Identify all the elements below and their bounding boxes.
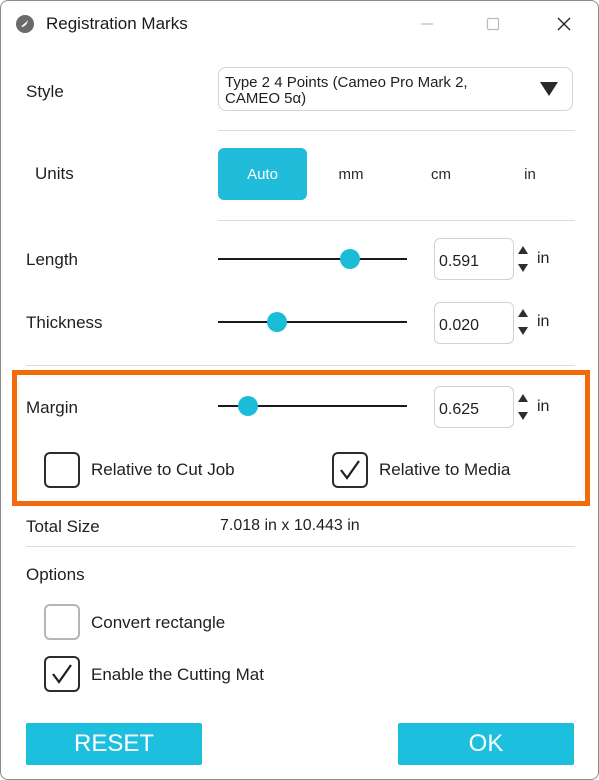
close-icon [557,17,571,31]
thickness-slider[interactable] [218,312,407,332]
relative-to-media-checkbox[interactable] [332,452,368,488]
style-dropdown-value: Type 2 4 Points (Cameo Pro Mark 2, CAMEO… [225,74,468,107]
margin-spinner[interactable] [516,389,530,425]
margin-unit: in [537,398,550,415]
margin-slider[interactable] [218,396,407,416]
length-label: Length [26,250,78,269]
thickness-spinner[interactable] [516,304,530,340]
relative-to-cut-job-label: Relative to Cut Job [91,460,235,479]
unit-in-button[interactable]: in [500,148,560,200]
unit-mm-button[interactable]: mm [321,148,381,200]
relative-to-media-label: Relative to Media [379,460,511,479]
style-dropdown[interactable]: Type 2 4 Points (Cameo Pro Mark 2, CAMEO… [218,67,573,111]
relative-to-cut-job-checkbox[interactable] [44,452,80,488]
thickness-input[interactable]: 0.020 [434,302,514,344]
close-button[interactable] [541,9,587,39]
slider-track [218,321,407,323]
silhouette-app-icon [16,15,34,33]
decrement-icon[interactable] [518,264,528,272]
length-spinner[interactable] [516,241,530,277]
checkmark-icon [52,664,72,684]
decrement-icon[interactable] [518,412,528,420]
divider [26,546,575,547]
minimize-icon [421,23,433,25]
divider [26,365,575,366]
checkmark-icon [340,460,360,480]
margin-label: Margin [26,398,78,417]
increment-icon[interactable] [518,246,528,254]
divider [218,220,575,221]
style-label: Style [26,82,64,101]
dropdown-arrow-icon [540,82,558,96]
increment-icon[interactable] [518,394,528,402]
divider [218,130,575,131]
margin-slider-thumb[interactable] [238,396,259,416]
length-slider[interactable] [218,249,407,269]
unit-cm-button[interactable]: cm [411,148,471,200]
increment-icon[interactable] [518,309,528,317]
registration-marks-dialog: Registration Marks Style Type 2 4 Points… [0,0,599,780]
maximize-icon [486,17,500,31]
decrement-icon[interactable] [518,327,528,335]
total-size-value: 7.018 in x 10.443 in [220,517,360,534]
title-bar: Registration Marks [1,1,598,47]
length-input[interactable]: 0.591 [434,238,514,280]
length-unit: in [537,250,550,267]
thickness-label: Thickness [26,313,103,332]
options-label: Options [26,565,85,584]
convert-rectangle-checkbox[interactable] [44,604,80,640]
reset-button[interactable]: RESET [26,723,202,765]
minimize-button[interactable] [404,9,450,39]
thickness-slider-thumb[interactable] [266,312,287,332]
enable-cutting-mat-label: Enable the Cutting Mat [91,665,264,684]
margin-input[interactable]: 0.625 [434,386,514,428]
maximize-button[interactable] [470,9,516,39]
thickness-unit: in [537,313,550,330]
length-slider-thumb[interactable] [340,249,361,269]
unit-auto-button[interactable]: Auto [218,148,307,200]
convert-rectangle-label: Convert rectangle [91,613,226,632]
window-title: Registration Marks [46,14,188,33]
ok-button[interactable]: OK [398,723,574,765]
enable-cutting-mat-checkbox[interactable] [44,656,80,692]
units-label: Units [35,164,74,183]
total-size-label: Total Size [26,517,100,536]
slider-track [218,258,407,260]
